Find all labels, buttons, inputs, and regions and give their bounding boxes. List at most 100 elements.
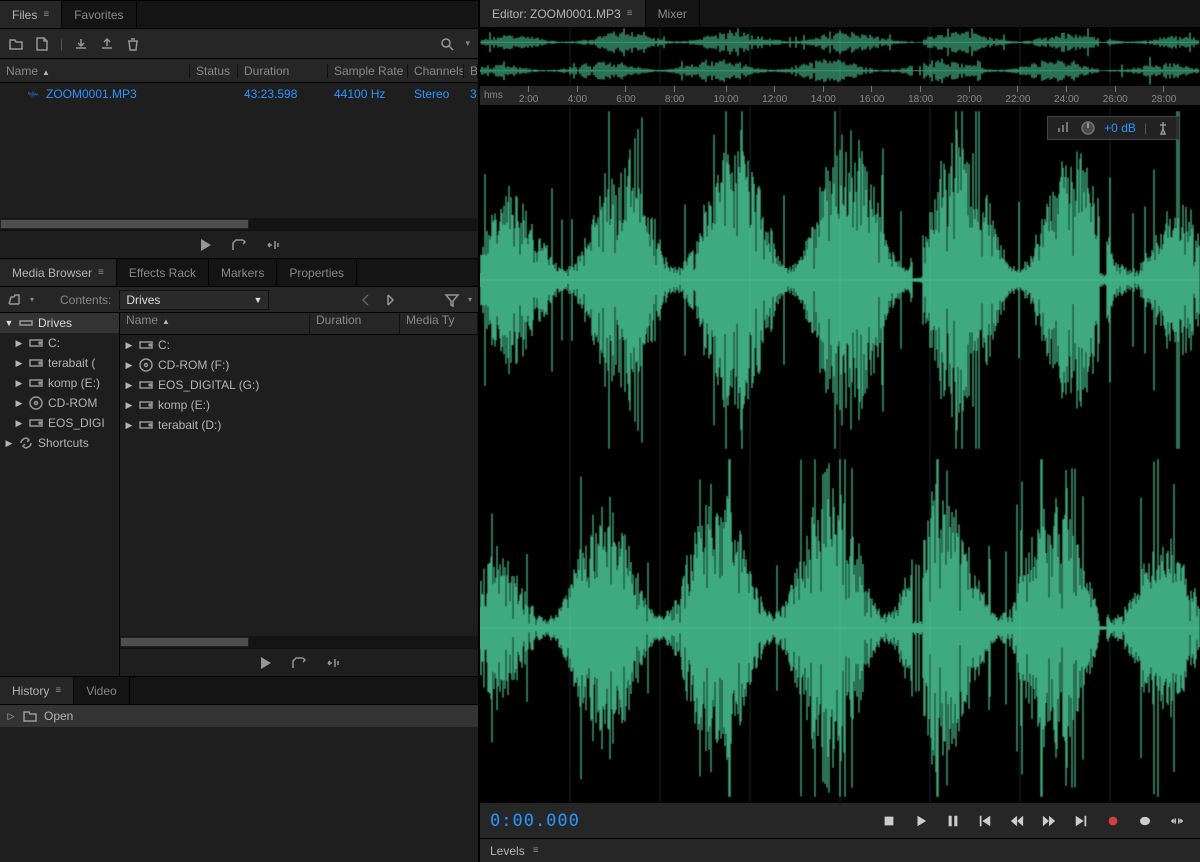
open-file-icon[interactable] (8, 36, 24, 52)
go-start-button[interactable] (972, 809, 998, 833)
tab-favorites[interactable]: Favorites (62, 1, 136, 28)
tab-menu-icon[interactable]: ≡ (55, 685, 61, 696)
list-item[interactable]: ▶C: (120, 335, 478, 355)
tab-markers[interactable]: Markers (209, 259, 277, 286)
back-icon[interactable] (358, 292, 374, 308)
tree-item-shortcuts[interactable]: ▶ Shortcuts (0, 433, 119, 453)
tab-mixer[interactable]: Mixer (646, 0, 700, 27)
pause-button[interactable] (940, 809, 966, 833)
trash-icon[interactable] (125, 36, 141, 52)
history-label: Open (44, 709, 73, 723)
expand-icon[interactable]: ▷ (6, 711, 16, 722)
expand-icon[interactable]: ▶ (124, 340, 134, 351)
files-list[interactable]: ZOOM0001.MP3 43:23.598 44100 Hz Stereo 3 (0, 83, 478, 218)
autoplay-icon[interactable] (291, 655, 307, 671)
contents-dropdown[interactable]: Drives ▼ (119, 290, 269, 310)
th-name[interactable]: Name▲ (0, 64, 190, 78)
expand-icon[interactable]: ▶ (14, 378, 24, 389)
expand-icon[interactable]: ▶ (14, 338, 24, 349)
stop-button[interactable] (876, 809, 902, 833)
expand-icon[interactable]: ▶ (124, 400, 134, 411)
th-bit[interactable]: Bi (464, 64, 478, 78)
files-hscrollbar[interactable] (0, 218, 478, 230)
waveform-overview[interactable] (480, 28, 1200, 86)
play-button[interactable] (908, 809, 934, 833)
ruler-tick: 8:00 (665, 86, 684, 105)
volume-hud[interactable]: +0 dB | (1047, 116, 1180, 140)
tab-menu-icon[interactable]: ≡ (533, 845, 539, 856)
contents-bar: ▾ Contents: Drives ▼ ▾ (0, 287, 478, 313)
tab-history[interactable]: History≡ (0, 677, 74, 704)
expand-icon[interactable]: ▶ (124, 420, 134, 431)
list-item[interactable]: ▶CD-ROM (F:) (120, 355, 478, 375)
pin-icon[interactable] (1155, 120, 1171, 136)
mb-folder-tree[interactable]: ▼ Drives ▶C:▶terabait (▶komp (E:)▶CD-ROM… (0, 313, 120, 676)
expand-icon[interactable]: ▶ (4, 438, 14, 449)
tab-mediabrowser[interactable]: Media Browser≡ (0, 259, 117, 286)
ruler-tick: 10:00 (714, 86, 739, 105)
th-channels[interactable]: Channels (408, 64, 464, 78)
th-duration[interactable]: Duration (238, 64, 328, 78)
expand-icon[interactable]: ▶ (124, 360, 134, 371)
go-end-button[interactable] (1068, 809, 1094, 833)
time-ruler[interactable]: hms 2:004:006:008:0010:0012:0014:0016:00… (480, 86, 1200, 106)
tab-editor[interactable]: Editor: ZOOM0001.MP3≡ (480, 0, 646, 27)
import2-icon[interactable] (99, 36, 115, 52)
expand-icon[interactable]: ▶ (14, 358, 24, 369)
timecode[interactable]: 0:00.000 (490, 811, 580, 831)
files-preview-bar (0, 230, 478, 258)
list-item[interactable]: ▶komp (E:) (120, 395, 478, 415)
mb-list[interactable]: ▶C:▶CD-ROM (F:)▶EOS_DIGITAL (G:)▶komp (E… (120, 335, 478, 636)
editor-tabstrip: Editor: ZOOM0001.MP3≡ Mixer (480, 0, 1200, 28)
tree-item[interactable]: ▶C: (0, 333, 119, 353)
tab-files[interactable]: Files ≡ (0, 1, 62, 28)
rewind-button[interactable] (1004, 809, 1030, 833)
mbth-name[interactable]: Name▲ (120, 313, 310, 334)
loop-icon[interactable] (265, 237, 281, 253)
tab-menu-icon[interactable]: ≡ (627, 8, 633, 19)
tab-video[interactable]: Video (74, 677, 129, 704)
th-sample[interactable]: Sample Rate (328, 64, 408, 78)
collapse-icon[interactable]: ▼ (4, 318, 14, 328)
tab-menu-icon[interactable]: ≡ (98, 267, 104, 278)
tree-item[interactable]: ▶terabait ( (0, 353, 119, 373)
cd-icon (28, 395, 44, 411)
knob-icon[interactable] (1080, 120, 1096, 136)
tree-item[interactable]: ▶CD-ROM (0, 393, 119, 413)
loop-icon[interactable] (325, 655, 341, 671)
autoplay-icon[interactable] (231, 237, 247, 253)
forward-icon[interactable] (382, 292, 398, 308)
forward-button[interactable] (1036, 809, 1062, 833)
tab-effectsrack[interactable]: Effects Rack (117, 259, 209, 286)
history-item-open[interactable]: ▷ Open (0, 705, 478, 727)
up-folder-icon[interactable] (6, 292, 22, 308)
tree-header-drives[interactable]: ▼ Drives (0, 313, 119, 333)
play-icon[interactable] (197, 237, 213, 253)
waveform-editor[interactable]: +0 dB | (480, 106, 1200, 802)
tree-item[interactable]: ▶EOS_DIGI (0, 413, 119, 433)
loop-playback-button[interactable] (1132, 809, 1158, 833)
skip-selection-button[interactable] (1164, 809, 1190, 833)
mbth-duration[interactable]: Duration (310, 313, 400, 334)
mbth-media[interactable]: Media Ty (400, 313, 478, 334)
levels-panel-header[interactable]: Levels ≡ (480, 838, 1200, 862)
expand-icon[interactable]: ▶ (124, 380, 134, 391)
tree-item[interactable]: ▶komp (E:) (0, 373, 119, 393)
search-icon[interactable] (439, 36, 455, 52)
open-action-icon (22, 708, 38, 724)
th-status[interactable]: Status (190, 64, 238, 78)
list-item[interactable]: ▶EOS_DIGITAL (G:) (120, 375, 478, 395)
list-item[interactable]: ▶terabait (D:) (120, 415, 478, 435)
tab-properties[interactable]: Properties (277, 259, 357, 286)
filter-icon[interactable] (444, 292, 460, 308)
file-row[interactable]: ZOOM0001.MP3 43:23.598 44100 Hz Stereo 3 (0, 83, 478, 105)
expand-icon[interactable]: ▶ (14, 418, 24, 429)
ruler-tick: 24:00 (1054, 86, 1079, 105)
tab-menu-icon[interactable]: ≡ (43, 9, 49, 20)
new-file-icon[interactable] (34, 36, 50, 52)
record-button[interactable] (1100, 809, 1126, 833)
play-icon[interactable] (257, 655, 273, 671)
mb-hscrollbar[interactable] (120, 636, 478, 648)
expand-icon[interactable]: ▶ (14, 398, 24, 409)
import-icon[interactable] (73, 36, 89, 52)
